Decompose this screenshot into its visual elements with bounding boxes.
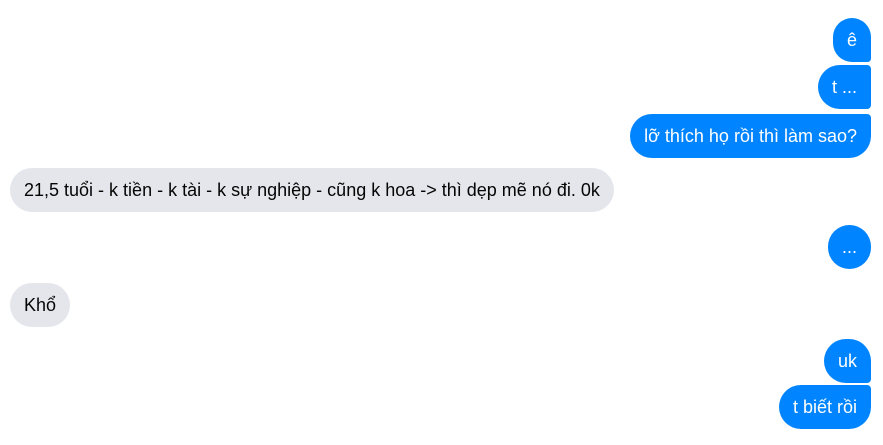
incoming-message[interactable]: 21,5 tuổi - k tiền - k tài - k sự nghiệp…: [10, 168, 614, 212]
outgoing-message[interactable]: t biết rồi: [778, 385, 871, 429]
outgoing-message[interactable]: lỡ thích họ rồi thì làm sao?: [630, 114, 871, 158]
outgoing-message[interactable]: uk: [823, 339, 871, 383]
outgoing-message[interactable]: ...: [827, 225, 871, 269]
outgoing-message[interactable]: ê: [832, 18, 871, 62]
outgoing-message[interactable]: t ...: [817, 65, 871, 109]
incoming-message[interactable]: Khổ: [10, 283, 71, 327]
message-thread: ê t ... lỡ thích họ rồi thì làm sao? 21,…: [0, 0, 883, 445]
